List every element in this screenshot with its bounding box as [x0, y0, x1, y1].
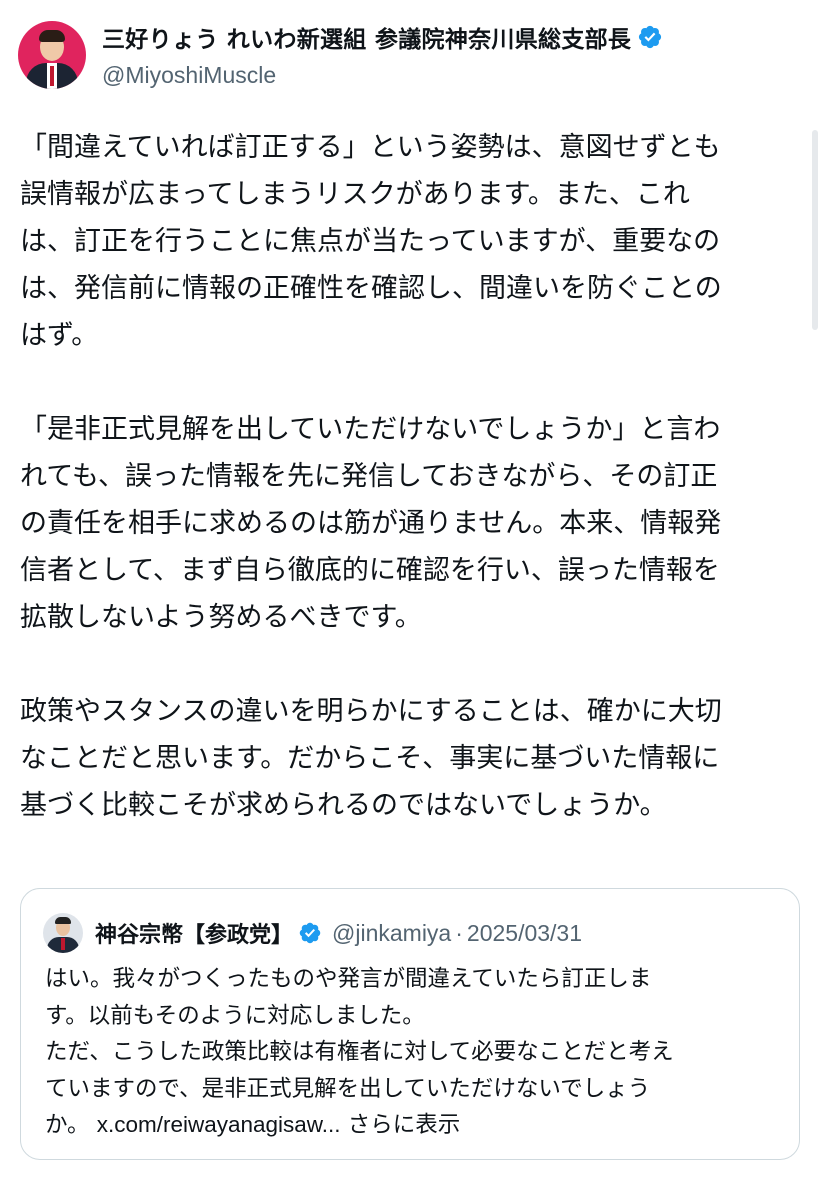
body-line: れても、誤った情報を先に発信しておきながら、その訂正: [20, 461, 718, 492]
body-line: 誤情報が広まってしまうリスクがあります。また、これ: [20, 179, 690, 210]
body-line: は、訂正を行うことに焦点が当たっていますが、重要なの: [20, 226, 721, 257]
quoted-author-handle: @jinkamiya: [332, 919, 452, 946]
body-line: 基づく比較こそが求められるのではないでしょうか。: [20, 790, 667, 821]
tweet-header: 三好りょう れいわ新選組 参議院神奈川県総支部長 @MiyoshiMuscle: [18, 20, 663, 89]
body-line: 信者として、まず自ら徹底的に確認を行い、誤った情報を: [20, 555, 720, 586]
show-more-link[interactable]: さらに表示: [348, 1112, 461, 1138]
quoted-line: ただ、こうした政策比較は有権者に対して必要なことだと考え: [45, 1039, 674, 1065]
quoted-tweet-header: 神谷宗幣【参政党】 @jinkamiya · 2025/03/31: [43, 913, 582, 953]
meta-separator: ·: [455, 919, 463, 946]
scrollbar[interactable]: [812, 130, 818, 330]
body-line: 「是非正式見解を出していただけないでしょうか」と言わ: [20, 414, 721, 445]
author-name-row: 三好りょう れいわ新選組 参議院神奈川県総支部長: [102, 20, 663, 54]
body-line: の責任を相手に求めるのは筋が通りません。本来、情報発: [20, 508, 722, 539]
verified-badge-icon: [639, 25, 662, 49]
quoted-author-name: 神谷宗幣【参政党】: [95, 923, 294, 948]
quoted-post-date: 2025/03/31: [466, 919, 583, 946]
tweet-body: 「間違えていれば訂正する」という姿勢は、意図せずとも 誤情報が広まってしまうリス…: [20, 124, 800, 829]
body-line: 拡散しないよう努めるべきです。: [20, 602, 422, 633]
body-line: 政策やスタンスの違いを明らかにすることは、確かに大切: [20, 696, 722, 727]
quoted-line: はい。我々がつくったものや発言が間違えていたら訂正しま: [45, 966, 652, 992]
author-display-name[interactable]: 三好りょう れいわ新選組 参議院神奈川県総支部長: [102, 20, 631, 54]
quoted-tweet-text: はい。我々がつくったものや発言が間違えていたら訂正しま す。以前もそのように対応…: [45, 961, 785, 1144]
quoted-last-line: か。 x.com/reiwayanagisaw... さらに表示: [45, 1107, 785, 1144]
body-line: 「間違えていれば訂正する」という姿勢は、意図せずとも: [20, 132, 721, 163]
author-avatar[interactable]: [18, 20, 86, 89]
verified-badge-icon: [299, 922, 321, 944]
author-handle[interactable]: @MiyoshiMuscle: [102, 62, 663, 89]
body-line: は、発信前に情報の正確性を確認し、間違いを防ぐことの: [20, 273, 722, 304]
body-line: なことだと思います。だからこそ、事実に基づいた情報に: [20, 743, 720, 774]
quoted-line: ていますので、是非正式見解を出していただけないでしょう: [45, 1075, 651, 1102]
quoted-line: す。以前もそのように対応しました。: [45, 1002, 425, 1029]
quoted-link[interactable]: x.com/reiwayanagisaw...: [97, 1112, 341, 1137]
author-names: 三好りょう れいわ新選組 参議院神奈川県総支部長 @MiyoshiMuscle: [102, 20, 663, 89]
quoted-tweet-card[interactable]: 神谷宗幣【参政党】 @jinkamiya · 2025/03/31 はい。我々が…: [20, 888, 800, 1160]
body-line: はず。: [20, 320, 99, 351]
quoted-author-avatar: [43, 913, 83, 953]
quoted-line-prefix: か。: [45, 1112, 97, 1138]
